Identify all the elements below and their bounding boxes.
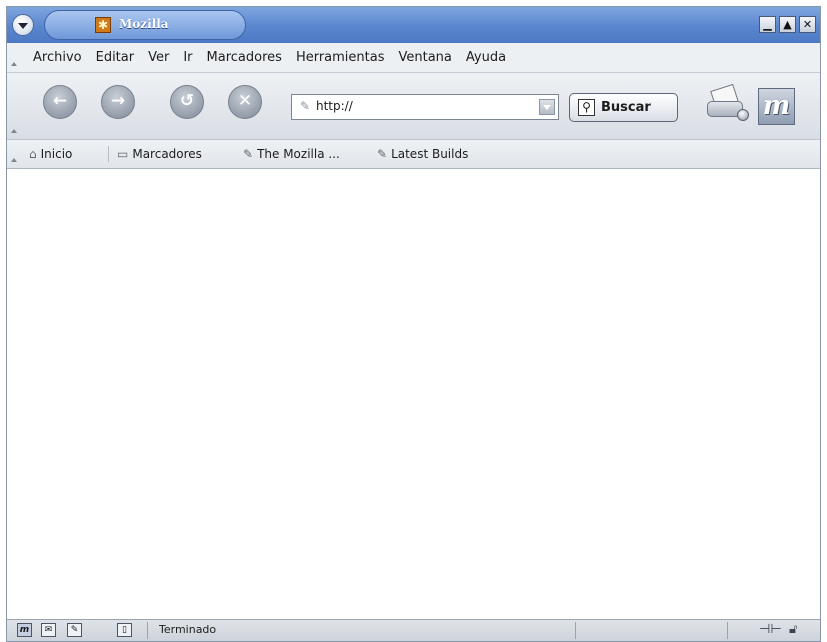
navigation-toolbar: ← → ↺ ✕ ✎ http:// ⚲ Buscar m	[7, 73, 820, 140]
window-title-tab[interactable]: ✱ Mozilla	[44, 10, 246, 40]
navigator-icon[interactable]: m	[17, 623, 32, 637]
bookmarks-menu[interactable]: ▭ Marcadores	[117, 147, 202, 161]
stop-button[interactable]: ✕	[228, 85, 262, 119]
bookmark-latest-builds[interactable]: ✎ Latest Builds	[377, 147, 468, 161]
status-separator	[147, 622, 148, 639]
print-dropdown-icon[interactable]	[737, 109, 749, 121]
url-value: http://	[316, 99, 353, 113]
window-controls: ▁ ▲ ✕	[759, 16, 816, 33]
status-separator	[575, 622, 576, 639]
window-menu-button[interactable]	[12, 14, 34, 36]
url-input[interactable]: ✎ http://	[291, 94, 559, 120]
toolbar-grip[interactable]	[8, 43, 20, 72]
menu-editar[interactable]: Editar	[96, 50, 135, 65]
bookmark-mozilla-label: The Mozilla ...	[257, 147, 340, 161]
toolbar-grip[interactable]	[8, 140, 20, 168]
magnifier-icon: ⚲	[578, 99, 595, 116]
stop-icon: ✕	[237, 91, 253, 111]
menu-ver[interactable]: Ver	[148, 50, 169, 65]
bookmarks-menu-label: Marcadores	[132, 147, 202, 161]
forward-button[interactable]: →	[101, 85, 135, 119]
toolbar-grip[interactable]	[8, 73, 20, 139]
reload-icon: ↺	[179, 91, 195, 111]
page-content[interactable]	[7, 169, 820, 621]
mail-icon[interactable]: ✉	[41, 623, 56, 637]
reload-button[interactable]: ↺	[170, 85, 204, 119]
composer-icon[interactable]: ✎	[67, 623, 82, 637]
bookmark-icon: ✎	[243, 147, 254, 161]
back-button[interactable]: ←	[43, 85, 77, 119]
status-separator	[727, 622, 728, 639]
menu-bar: Archivo Editar Ver Ir Marcadores Herrami…	[7, 43, 820, 73]
menu-ventana[interactable]: Ventana	[399, 50, 452, 65]
bookmarks-toolbar: ⌂ Inicio ▭ Marcadores ✎ The Mozilla ... ✎ La…	[7, 140, 820, 169]
connection-icon[interactable]: ⊣⊢	[759, 622, 782, 637]
menu-marcadores[interactable]: Marcadores	[207, 50, 282, 65]
minimize-button[interactable]: ▁	[759, 16, 776, 33]
mozilla-icon: ✱	[95, 17, 111, 33]
home-icon: ⌂	[29, 147, 37, 161]
bookmark-latest-builds-label: Latest Builds	[391, 147, 469, 161]
status-text: Terminado	[159, 623, 217, 636]
chevron-down-icon	[18, 23, 28, 29]
print-button[interactable]	[707, 83, 749, 121]
forward-arrow-icon: →	[110, 91, 126, 111]
search-button[interactable]: ⚲ Buscar	[569, 93, 678, 122]
menu-ir[interactable]: Ir	[183, 50, 192, 65]
mozilla-logo-icon[interactable]: m	[758, 88, 795, 125]
window-title: Mozilla	[119, 17, 169, 31]
browser-window: ✱ Mozilla ▁ ▲ ✕ Archivo Editar Ver Ir Ma…	[6, 6, 821, 642]
lock-icon[interactable]: 🔓︎	[789, 622, 797, 637]
addressbook-icon[interactable]: ▯	[117, 623, 132, 637]
maximize-button[interactable]: ▲	[779, 16, 796, 33]
status-bar: m ✉ ✎ ▯ Terminado ⊣⊢ 🔓︎	[7, 619, 820, 641]
bookmark-home[interactable]: ⌂ Inicio	[29, 147, 72, 161]
close-button[interactable]: ✕	[799, 16, 816, 33]
search-label: Buscar	[601, 100, 651, 115]
folder-icon: ▭	[117, 147, 129, 161]
menu-archivo[interactable]: Archivo	[33, 50, 82, 65]
bookmark-icon: ✎	[377, 147, 388, 161]
page-icon: ✎	[300, 99, 311, 113]
title-bar[interactable]: ✱ Mozilla ▁ ▲ ✕	[7, 7, 820, 43]
url-dropdown-button[interactable]	[539, 99, 555, 115]
bookmark-home-label: Inicio	[40, 147, 73, 161]
back-arrow-icon: ←	[52, 91, 68, 111]
toolbar-separator	[108, 146, 109, 162]
menu-ayuda[interactable]: Ayuda	[466, 50, 506, 65]
bookmark-mozilla[interactable]: ✎ The Mozilla ...	[243, 147, 340, 161]
menu-herramientas[interactable]: Herramientas	[296, 50, 385, 65]
